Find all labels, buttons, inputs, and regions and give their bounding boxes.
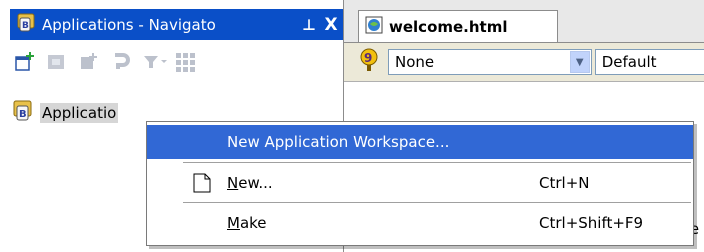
menu-item-label: New Application Workspace... (227, 133, 450, 151)
css-style-icon[interactable]: 9 (358, 48, 380, 76)
chevron-down-icon[interactable]: ▼ (569, 51, 590, 73)
tree-node-label: Applicatio (40, 103, 119, 123)
svg-text:9: 9 (364, 51, 372, 65)
font-select-value: Default (601, 53, 657, 71)
menu-item-new[interactable]: New... Ctrl+N (147, 166, 693, 200)
navigator-title: Applications - Navigato (42, 15, 216, 34)
editor-format-toolbar: 9 None ▼ Default (344, 42, 704, 82)
svg-text:B: B (19, 109, 27, 120)
new-item-icon[interactable] (14, 51, 36, 73)
menu-separator (183, 162, 691, 163)
applications-icon: B (16, 13, 36, 37)
menu-item-new-application-workspace[interactable]: New Application Workspace... (147, 125, 693, 159)
menu-item-shortcut: Ctrl+Shift+F9 (539, 214, 644, 232)
navigator-title-bar[interactable]: B Applications - Navigato ⊥ X (10, 9, 343, 40)
grid-view-icon[interactable] (174, 51, 196, 73)
filter-dropdown-icon[interactable] (142, 51, 167, 73)
pin-icon[interactable]: ⊥ (299, 16, 319, 34)
font-select[interactable]: Default (594, 49, 704, 75)
menu-separator (183, 202, 691, 203)
applications-node-icon: B (12, 100, 34, 126)
new-document-icon (193, 173, 211, 197)
svg-text:B: B (22, 21, 29, 31)
html-file-icon (365, 16, 383, 38)
menu-item-label: Make (227, 214, 267, 232)
close-icon[interactable]: X (319, 15, 343, 35)
menu-item-shortcut: Ctrl+N (539, 174, 590, 192)
navigator-toolbar (10, 40, 343, 84)
tree-node-applications[interactable]: B Applicatio (12, 100, 119, 126)
tab-welcome-html[interactable]: welcome.html (358, 10, 558, 42)
add-file-icon[interactable] (78, 51, 100, 73)
undo-icon[interactable] (110, 51, 132, 73)
move-icon[interactable] (46, 51, 68, 73)
style-select-value: None (395, 53, 435, 71)
tab-label: welcome.html (389, 17, 508, 36)
context-menu: New Application Workspace... New... Ctrl… (146, 121, 694, 246)
menu-item-label: New... (227, 174, 273, 192)
style-select[interactable]: None ▼ (388, 49, 592, 75)
menu-item-make[interactable]: Make Ctrl+Shift+F9 (147, 206, 693, 240)
